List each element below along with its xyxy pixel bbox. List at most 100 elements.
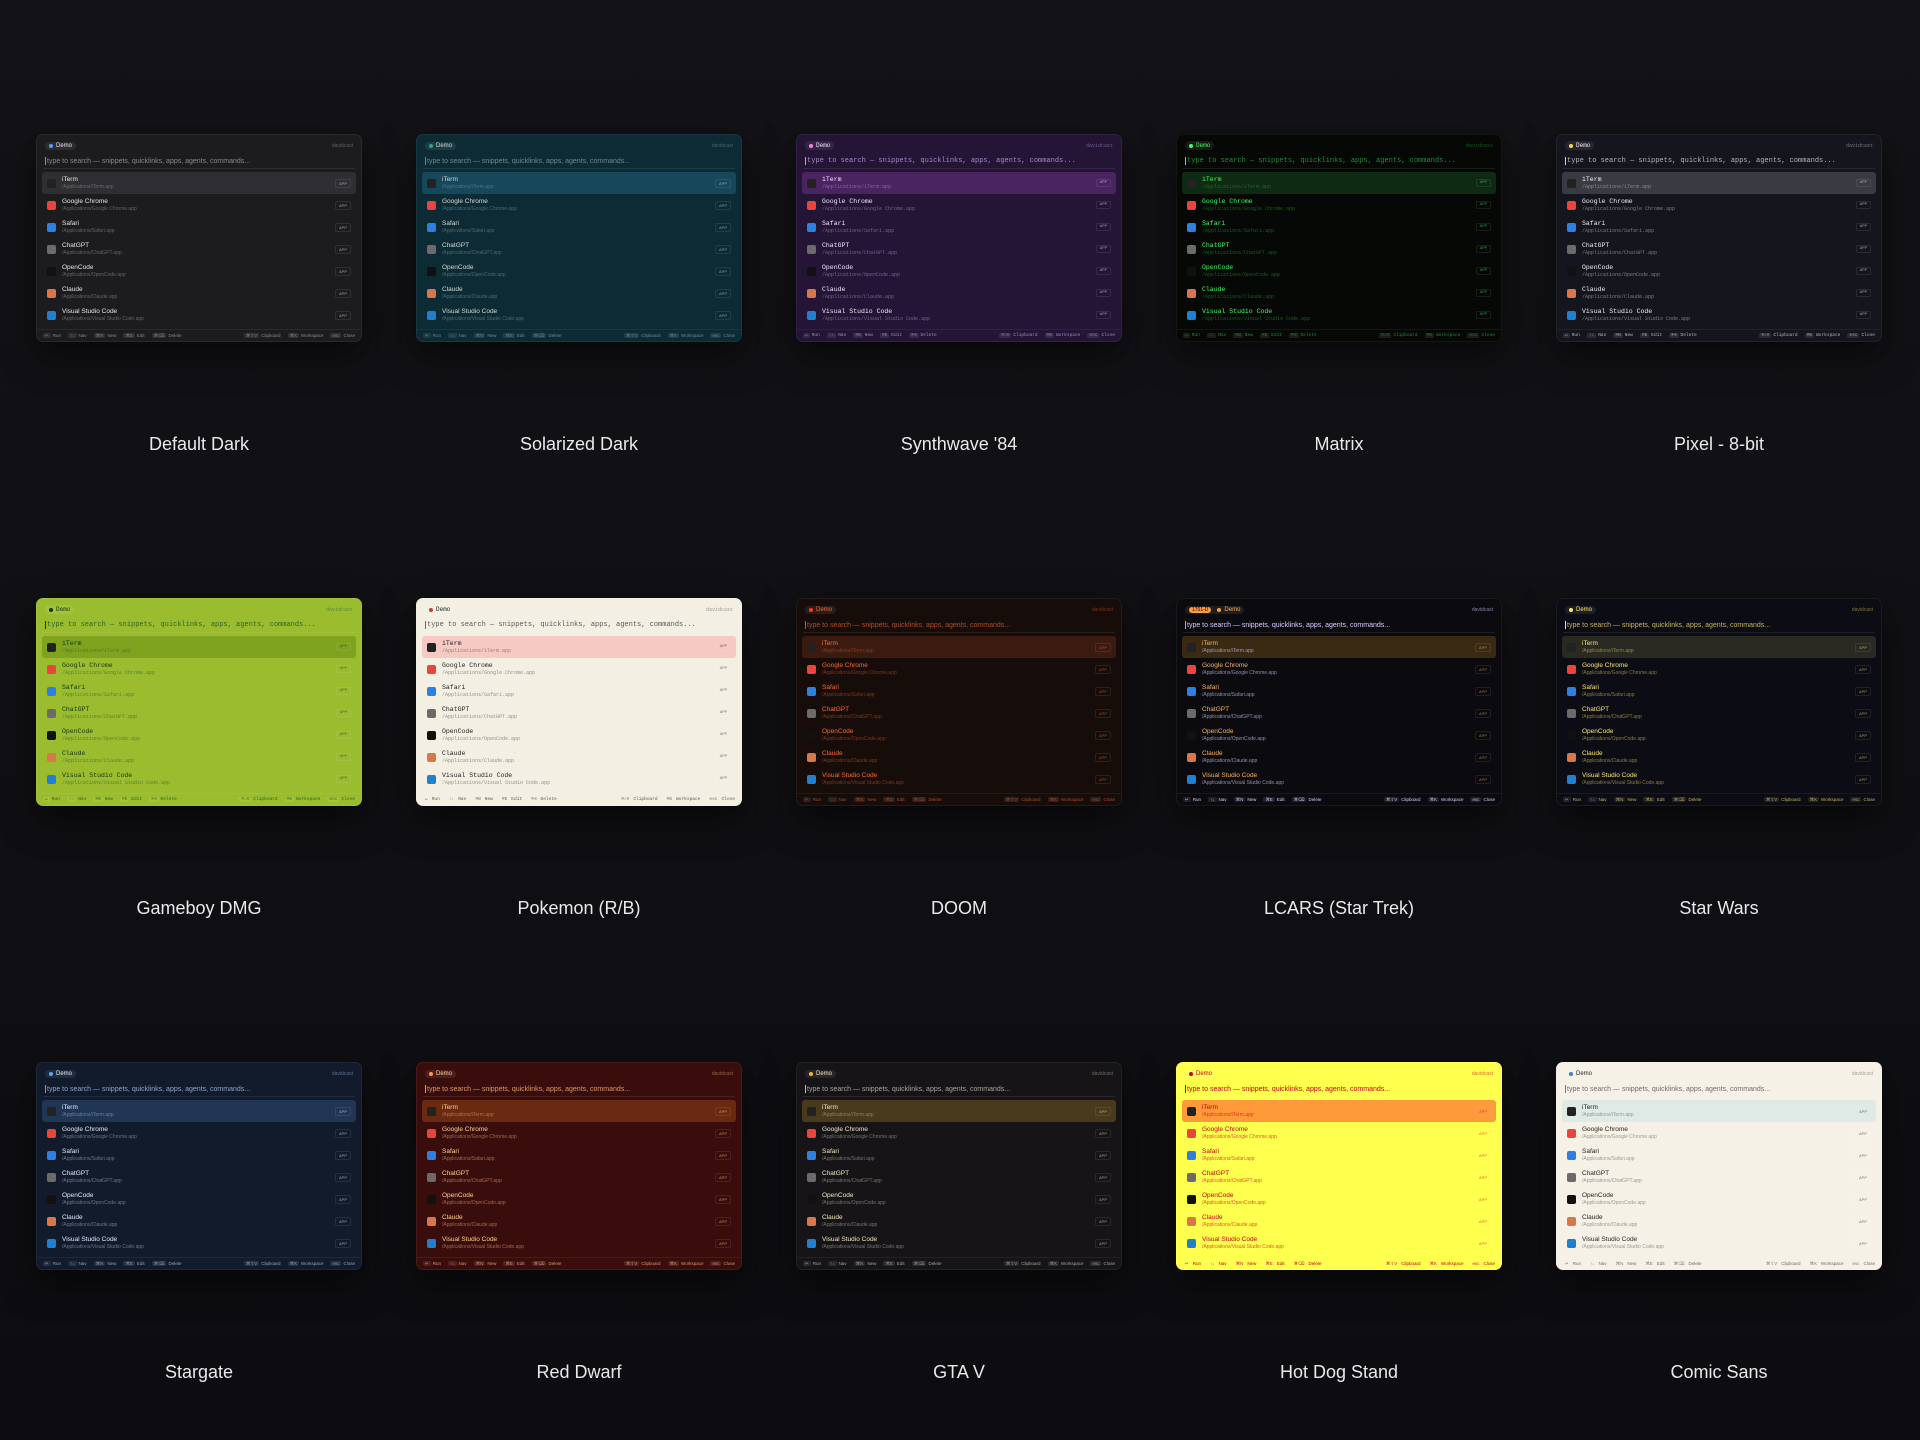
shortcut-hint[interactable]: ⌘N New <box>93 332 116 339</box>
list-item[interactable]: Google Chrome/Applications/Google Chrome… <box>802 194 1116 216</box>
list-item[interactable]: ChatGPT/Applications/ChatGPT.app APP <box>1182 702 1496 724</box>
shortcut-hint[interactable]: esc Close <box>330 333 355 338</box>
list-item[interactable]: Safari/Applications/Safari.app APP <box>1562 216 1876 238</box>
shortcut-hint[interactable]: ⌘⇧V Clipboard <box>243 1260 281 1267</box>
shortcut-hint[interactable]: ⌘⇧V Clipboard <box>1003 1260 1041 1267</box>
list-item[interactable]: Safari/Applications/Safari.app APP <box>42 680 356 702</box>
shortcut-hint[interactable]: ⌘⌫ Delete <box>529 797 557 802</box>
list-item[interactable]: iTerm/Applications/iTerm.app APP <box>42 172 356 194</box>
theme-card[interactable]: Demo davidcast type to search — snippets, … <box>796 598 1122 918</box>
list-item[interactable]: iTerm/Applications/iTerm.app APP <box>1182 172 1496 194</box>
list-item[interactable]: Safari/Applications/Safari.app APP <box>42 216 356 238</box>
shortcut-hint[interactable]: ⌘N New <box>93 1260 116 1267</box>
shortcut-hint[interactable]: ↑↓ Nav <box>1588 797 1607 802</box>
list-item[interactable]: Claude/Applications/Claude.app APP <box>1562 282 1876 304</box>
list-item[interactable]: Visual Studio Code/Applications/Visual S… <box>802 1232 1116 1254</box>
shortcut-hint[interactable]: ⌘⌫ Delete <box>149 797 177 802</box>
list-item[interactable]: ChatGPT/Applications/ChatGPT.app APP <box>802 702 1116 724</box>
shortcut-hint[interactable]: ↑↓ Nav <box>68 333 87 338</box>
shortcut-hint[interactable]: ⌘N New <box>1233 796 1256 803</box>
launcher-window-preview[interactable]: Demo davidcast type to search — snippets, … <box>416 598 742 806</box>
shortcut-hint[interactable]: ⌘K Workspace <box>1047 1260 1083 1267</box>
shortcut-hint[interactable]: ↵ Run <box>1563 796 1581 803</box>
list-item[interactable]: iTerm/Applications/iTerm.app APP <box>802 172 1116 194</box>
list-item[interactable]: Claude/Applications/Claude.app APP <box>42 746 356 768</box>
search-input[interactable]: type to search — snippets, quicklinks, a… <box>1183 1082 1495 1097</box>
list-item[interactable]: Safari/Applications/Safari.app APP <box>802 1144 1116 1166</box>
shortcut-hint[interactable]: ⌘⌫ Delete <box>151 1260 182 1267</box>
theme-card[interactable]: Demo davidcast type to search — snippets, … <box>36 598 362 918</box>
list-item[interactable]: Google Chrome/Applications/Google Chrome… <box>42 194 356 216</box>
shortcut-hint[interactable]: esc Close <box>1470 797 1495 802</box>
shortcut-hint[interactable]: ⌘⌫ Delete <box>1289 333 1317 338</box>
list-item[interactable]: Safari/Applications/Safari.app APP <box>1562 1144 1876 1166</box>
search-input[interactable]: type to search — snippets, quicklinks, a… <box>43 154 355 169</box>
shortcut-hint[interactable]: ⌘N New <box>473 1260 496 1267</box>
shortcut-hint[interactable]: ⌘E Edit <box>123 332 145 339</box>
theme-card[interactable]: Demo davidcast type to search — snippets, … <box>1556 1062 1882 1382</box>
list-item[interactable]: iTerm/Applications/iTerm.app APP <box>802 1100 1116 1122</box>
shortcut-hint[interactable]: ↑↓ Nav <box>1206 333 1226 338</box>
list-item[interactable]: iTerm/Applications/iTerm.app APP <box>1562 636 1876 658</box>
shortcut-hint[interactable]: ⌘⌫ Delete <box>151 332 182 339</box>
search-input[interactable]: type to search — snippets, quicklinks, a… <box>1563 154 1875 169</box>
search-input[interactable]: type to search — snippets, quicklinks, a… <box>423 154 735 169</box>
list-item[interactable]: Visual Studio Code/Applications/Visual S… <box>422 304 736 326</box>
list-item[interactable]: ChatGPT/Applications/ChatGPT.app APP <box>1182 238 1496 260</box>
launcher-window-preview[interactable]: Demo davidcast type to search — snippets, … <box>1556 1062 1882 1270</box>
search-input[interactable]: type to search — snippets, quicklinks, a… <box>1563 1082 1875 1097</box>
list-item[interactable]: ChatGPT/Applications/ChatGPT.app APP <box>42 702 356 724</box>
shortcut-hint[interactable]: ⌘E Edit <box>499 797 522 802</box>
shortcut-hint[interactable]: ↑↓ Nav <box>66 797 86 802</box>
list-item[interactable]: ChatGPT/Applications/ChatGPT.app APP <box>42 1166 356 1188</box>
list-item[interactable]: Visual Studio Code/Applications/Visual S… <box>802 768 1116 790</box>
shortcut-hint[interactable]: ⌘⌫ Delete <box>1291 1260 1322 1267</box>
list-item[interactable]: Google Chrome/Applications/Google Chrome… <box>42 658 356 680</box>
shortcut-hint[interactable]: ⌘N New <box>853 1260 876 1267</box>
shortcut-hint[interactable]: ⌘⌫ Delete <box>1671 796 1702 803</box>
list-item[interactable]: Google Chrome/Applications/Google Chrome… <box>1182 194 1496 216</box>
shortcut-hint[interactable]: ↑↓ Nav <box>1586 333 1606 338</box>
shortcut-hint[interactable]: ⌘K Workspace <box>1807 796 1843 803</box>
shortcut-hint[interactable]: ↑↓ Nav <box>448 333 467 338</box>
list-item[interactable]: Safari/Applications/Safari.app APP <box>1182 1144 1496 1166</box>
launcher-window-preview[interactable]: Demo davidcast type to search — snippets, … <box>796 134 1122 342</box>
shortcut-hint[interactable]: ⌘N New <box>1613 1260 1636 1267</box>
list-item[interactable]: OpenCode/Applications/OpenCode.app APP <box>1182 260 1496 282</box>
list-item[interactable]: Visual Studio Code/Applications/Visual S… <box>1182 304 1496 326</box>
list-item[interactable]: Claude/Applications/Claude.app APP <box>42 282 356 304</box>
shortcut-hint[interactable]: ↵ Run <box>1563 1260 1581 1267</box>
shortcut-hint[interactable]: ⌘⇧V Clipboard <box>623 1260 661 1267</box>
list-item[interactable]: OpenCode/Applications/OpenCode.app APP <box>422 1188 736 1210</box>
shortcut-hint[interactable]: ↑↓ Nav <box>68 1261 87 1266</box>
shortcut-hint[interactable]: ⌘K Workspace <box>667 332 703 339</box>
theme-card[interactable]: Demo davidcast type to search — snippets, … <box>36 1062 362 1382</box>
shortcut-hint[interactable]: ⌘K Workspace <box>1804 333 1840 338</box>
list-item[interactable]: Safari/Applications/Safari.app APP <box>802 216 1116 238</box>
shortcut-hint[interactable]: ⌘N New <box>473 797 493 802</box>
shortcut-hint[interactable]: ⌘E Edit <box>1263 796 1285 803</box>
theme-card[interactable]: 1701-D Demo davidcast type to search — snip… <box>1176 598 1502 918</box>
shortcut-hint[interactable]: esc Close <box>1090 797 1115 802</box>
list-item[interactable]: Visual Studio Code/Applications/Visual S… <box>42 768 356 790</box>
list-item[interactable]: Safari/Applications/Safari.app APP <box>802 680 1116 702</box>
shortcut-hint[interactable]: ⌘N New <box>1613 796 1636 803</box>
list-item[interactable]: iTerm/Applications/iTerm.app APP <box>1182 1100 1496 1122</box>
theme-card[interactable]: Demo davidcast type to search — snippets, … <box>796 134 1122 454</box>
list-item[interactable]: Visual Studio Code/Applications/Visual S… <box>42 1232 356 1254</box>
shortcut-hint[interactable]: ⌘N New <box>1613 333 1633 338</box>
shortcut-hint[interactable]: esc Close <box>710 333 735 338</box>
launcher-window-preview[interactable]: Demo davidcast type to search — snippets, … <box>36 134 362 342</box>
list-item[interactable]: Visual Studio Code/Applications/Visual S… <box>1562 304 1876 326</box>
shortcut-hint[interactable]: ⌘⇧V Clipboard <box>1759 333 1798 338</box>
shortcut-hint[interactable]: ↵ Run <box>43 1260 61 1267</box>
list-item[interactable]: Safari/Applications/Safari.app APP <box>1562 680 1876 702</box>
launcher-window-preview[interactable]: Demo davidcast type to search — snippets, … <box>1176 1062 1502 1270</box>
list-item[interactable]: Google Chrome/Applications/Google Chrome… <box>422 194 736 216</box>
list-item[interactable]: iTerm/Applications/iTerm.app APP <box>1562 172 1876 194</box>
launcher-window-preview[interactable]: Demo davidcast type to search — snippets, … <box>796 1062 1122 1270</box>
list-item[interactable]: ChatGPT/Applications/ChatGPT.app APP <box>42 238 356 260</box>
search-input[interactable]: type to search — snippets, quicklinks, a… <box>803 618 1115 633</box>
list-item[interactable]: Google Chrome/Applications/Google Chrome… <box>1182 658 1496 680</box>
shortcut-hint[interactable]: ⌘⌫ Delete <box>911 796 942 803</box>
